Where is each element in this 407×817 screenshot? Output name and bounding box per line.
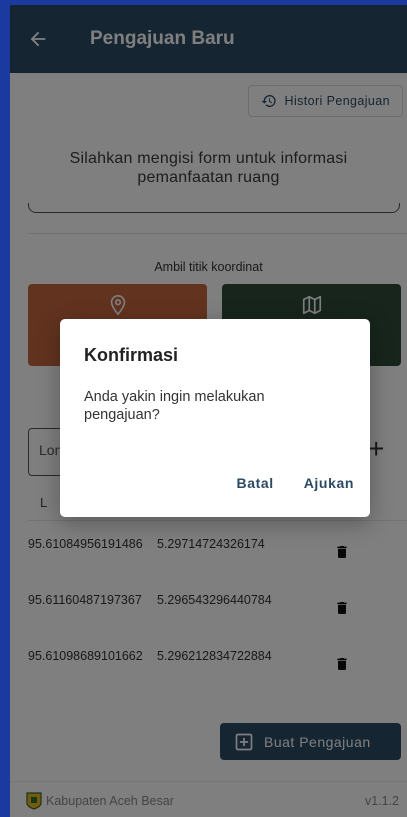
submit-button[interactable]: Ajukan (296, 467, 362, 499)
dialog-message: Anda yakin ingin melakukan pengajuan? (84, 389, 265, 423)
confirm-dialog: Konfirmasi Anda yakin ingin melakukan pe… (60, 319, 370, 517)
dialog-title: Konfirmasi (84, 345, 179, 365)
app-screen: Pengajuan Baru Histori Pengajuan Silahka… (10, 5, 407, 817)
cancel-button[interactable]: Batal (228, 467, 281, 499)
dialog-actions: Batal Ajukan (228, 467, 370, 499)
